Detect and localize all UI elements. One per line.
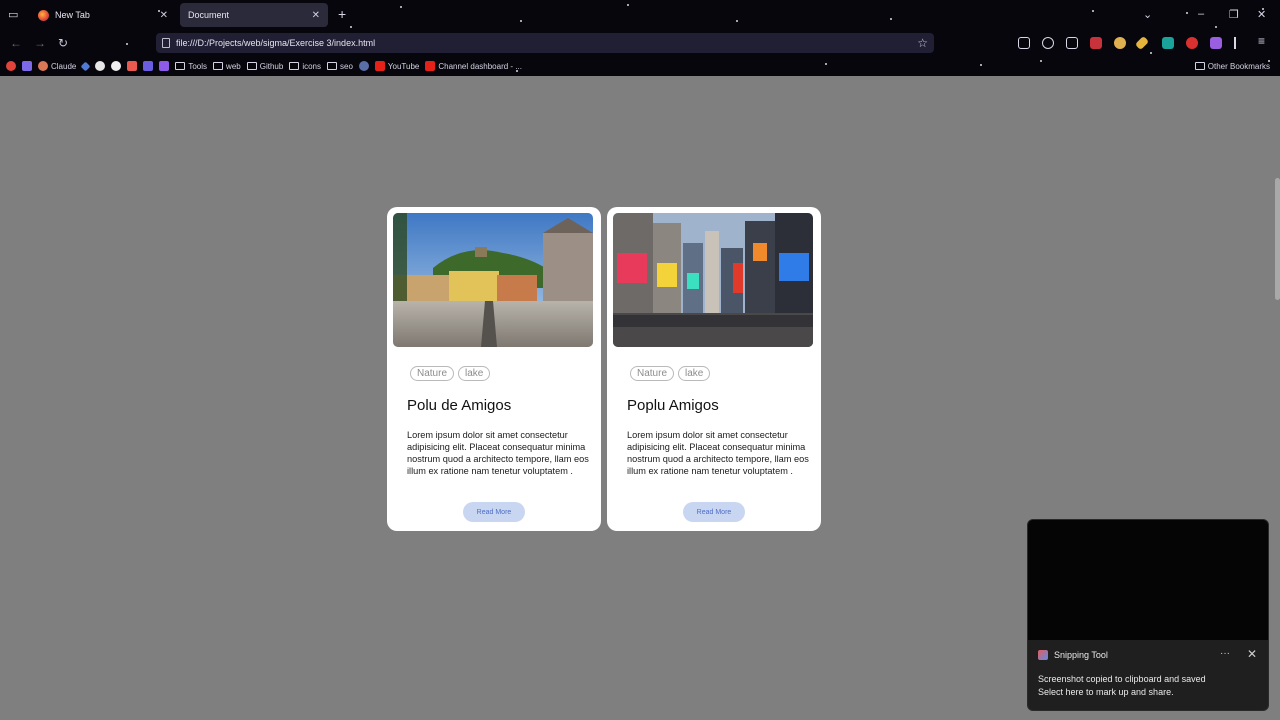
close-tab-icon[interactable]: ✕: [160, 10, 168, 21]
new-tab-plus-icon[interactable]: +: [338, 6, 346, 22]
reload-icon[interactable]: ↻: [58, 36, 68, 50]
bookmark-site-icon[interactable]: [6, 61, 16, 71]
tag-chip[interactable]: lake: [458, 366, 491, 381]
youtube-icon: [374, 61, 385, 71]
extension-teal-icon[interactable]: [1162, 37, 1174, 49]
close-tab-icon[interactable]: ✕: [312, 10, 320, 21]
bookmark-star-icon[interactable]: ☆: [917, 36, 928, 50]
tag-chip[interactable]: lake: [678, 366, 711, 381]
bookmark-folder-web[interactable]: web: [213, 62, 241, 71]
claude-icon: [38, 61, 48, 71]
back-arrow-icon[interactable]: ←: [10, 36, 22, 50]
forward-arrow-icon[interactable]: →: [34, 36, 46, 50]
minimize-icon[interactable]: –: [1198, 8, 1204, 20]
chevron-down-icon[interactable]: ⌄: [1143, 8, 1152, 21]
bookmark-folder-github[interactable]: Github: [246, 62, 283, 71]
card-polu-de-amigos: Nature lake Polu de Amigos Lorem ipsum d…: [387, 207, 601, 531]
tag-chip[interactable]: Nature: [410, 366, 455, 381]
tag-list: Nature lake: [630, 366, 711, 381]
notification-line-1: Screenshot copied to clipboard and saved: [1038, 674, 1206, 684]
bookmark-folder-icons[interactable]: icons: [289, 62, 321, 71]
bookmark-h-icon[interactable]: [143, 61, 154, 71]
card-poplu-amigos: Nature lake Poplu Amigos Lorem ipsum dol…: [607, 207, 821, 531]
tag-list: Nature lake: [410, 366, 491, 381]
extension-red-icon[interactable]: [1090, 37, 1102, 49]
card-description: Lorem ipsum dolor sit amet consectetur a…: [627, 430, 809, 476]
notification-header: Snipping Tool: [1038, 650, 1108, 660]
snipping-tool-notification[interactable]: Snipping Tool ··· ✕ Screenshot copied to…: [1027, 519, 1269, 711]
youtube-icon: [425, 61, 436, 71]
notification-line-2: Select here to mark up and share.: [1038, 686, 1174, 697]
bookmark-folder-tools[interactable]: Tools: [175, 62, 207, 71]
browser-chrome: ▭ New Tab ✕ Document ✕ + ⌄ – ❐ ✕ ← → ↻ f…: [0, 0, 1280, 76]
times-square-image: [613, 213, 813, 347]
bookmark-claude[interactable]: Claude: [38, 61, 76, 71]
screenshot-preview[interactable]: [1028, 520, 1268, 640]
card-title: Poplu Amigos: [627, 397, 719, 414]
tab-document[interactable]: Document ✕: [180, 3, 328, 27]
card-title: Polu de Amigos: [407, 397, 512, 414]
url-text: file:///D:/Projects/web/sigma/Exercise 3…: [176, 38, 376, 48]
extension-cookie-icon[interactable]: [1114, 37, 1126, 49]
figma-icon[interactable]: [127, 61, 138, 71]
tab-label: New Tab: [55, 10, 90, 20]
extension-record-icon[interactable]: [1186, 37, 1198, 49]
snipping-tool-icon: [1038, 650, 1048, 660]
extension-purple-icon[interactable]: [1210, 37, 1222, 49]
extensions-icon[interactable]: [1066, 37, 1078, 49]
tab-label: Document: [188, 10, 230, 20]
notification-message: Screenshot copied to clipboard and saved…: [1038, 673, 1206, 698]
folder-icon: [246, 62, 257, 70]
bookmark-folder-seo[interactable]: seo: [327, 62, 353, 71]
extension-script-icon[interactable]: [1234, 37, 1246, 49]
gmail-icon[interactable]: [22, 61, 32, 71]
folder-icon: [213, 62, 224, 70]
city-square-image: [393, 213, 593, 347]
card-description: Lorem ipsum dolor sit amet consectetur a…: [407, 430, 589, 476]
url-bar[interactable]: file:///D:/Projects/web/sigma/Exercise 3…: [156, 33, 934, 53]
tab-overview-icon[interactable]: ▭: [8, 8, 18, 21]
gemini-icon[interactable]: [80, 61, 91, 71]
folder-icon: [327, 62, 337, 70]
tab-bar: ▭ New Tab ✕ Document ✕ + ⌄ – ❐ ✕: [0, 0, 1280, 30]
close-icon[interactable]: ✕: [1247, 647, 1257, 661]
bookmarks-bar: Claude Tools web Github icons seo YouTub…: [0, 58, 1280, 74]
read-more-button[interactable]: Read More: [463, 502, 525, 522]
chatgpt-icon[interactable]: [95, 61, 106, 71]
menu-icon[interactable]: ≡: [1258, 34, 1270, 48]
page-icon: [162, 38, 170, 48]
folder-icon: [1194, 62, 1205, 70]
firefox-icon: [38, 9, 49, 21]
vercel-v-icon[interactable]: [159, 61, 170, 71]
github-icon[interactable]: [111, 61, 122, 71]
bookmark-youtube[interactable]: YouTube: [374, 61, 419, 71]
bookmark-channel-dashboard[interactable]: Channel dashboard - ...: [425, 61, 522, 71]
window-close-icon[interactable]: ✕: [1257, 8, 1266, 21]
folder-icon: [175, 62, 186, 70]
other-bookmarks[interactable]: Other Bookmarks: [1194, 58, 1270, 74]
bookmark-globe-icon[interactable]: [358, 61, 369, 71]
account-icon[interactable]: [1042, 37, 1054, 49]
restore-icon[interactable]: ❐: [1229, 8, 1239, 21]
pocket-icon[interactable]: [1018, 37, 1030, 49]
notification-app-name: Snipping Tool: [1054, 650, 1108, 660]
page-scrollbar[interactable]: [1275, 178, 1280, 300]
read-more-button[interactable]: Read More: [683, 502, 745, 522]
tag-chip[interactable]: Nature: [630, 366, 675, 381]
folder-icon: [289, 62, 300, 70]
more-options-icon[interactable]: ···: [1220, 648, 1230, 659]
tab-new-tab[interactable]: New Tab ✕: [30, 3, 176, 27]
